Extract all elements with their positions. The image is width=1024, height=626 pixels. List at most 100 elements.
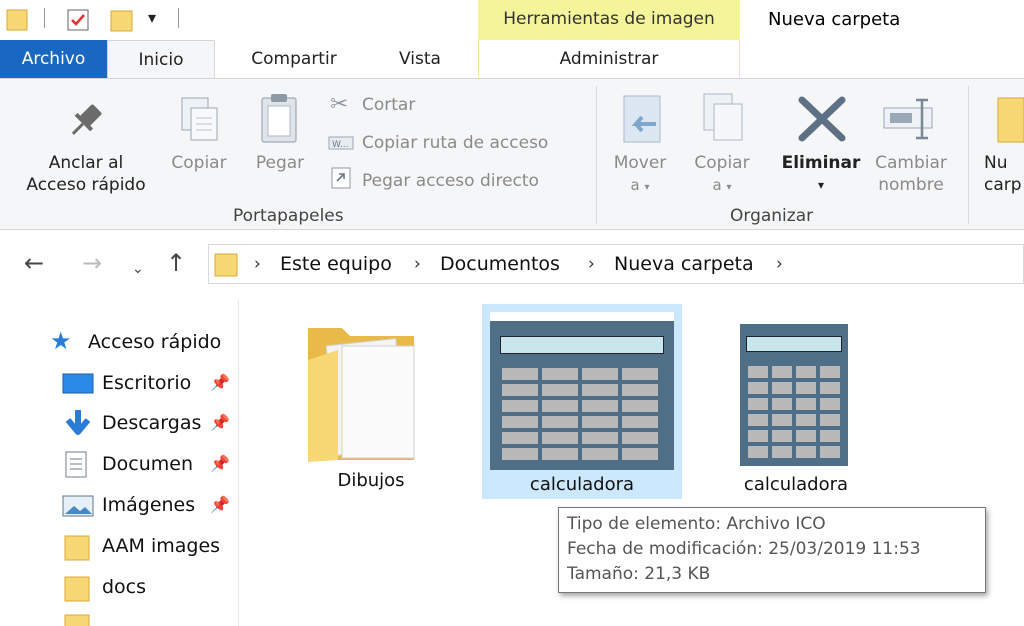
group-label-portapapeles: Portapapeles bbox=[233, 206, 344, 226]
copy-path-icon: W... bbox=[328, 136, 354, 150]
file-name-label: Dibujos bbox=[337, 470, 405, 491]
rename-label-1: Cambiar bbox=[875, 153, 947, 173]
breadcrumb-chevron[interactable]: › bbox=[776, 252, 783, 276]
pane-divider bbox=[238, 300, 239, 626]
file-name-label: calculadora bbox=[529, 474, 635, 495]
image-titlebar bbox=[740, 316, 848, 324]
folder-icon[interactable] bbox=[6, 7, 28, 31]
calculator-image-icon bbox=[490, 312, 674, 470]
breadcrumb-este-equipo[interactable]: Este equipo bbox=[280, 252, 392, 276]
copy-path-button[interactable]: Copiar ruta de acceso bbox=[362, 132, 548, 154]
toolbar-divider bbox=[178, 8, 179, 28]
calculator-image-icon bbox=[740, 316, 848, 466]
folder-icon bbox=[64, 576, 90, 602]
download-arrow-icon bbox=[65, 410, 91, 435]
scissors-icon: ✂ bbox=[330, 92, 349, 117]
customize-toolbar-icon[interactable]: ▾ bbox=[148, 8, 156, 27]
pin-icon bbox=[71, 104, 102, 135]
tab-compartir[interactable]: Compartir bbox=[230, 40, 358, 78]
recent-locations-icon[interactable]: ⌄ bbox=[132, 254, 144, 284]
nav-label: docs bbox=[102, 576, 147, 598]
cut-button[interactable]: Cortar bbox=[362, 94, 415, 116]
breadcrumb-chevron[interactable]: › bbox=[254, 252, 261, 276]
tab-vista[interactable]: Vista bbox=[380, 40, 460, 78]
pin-label-2: Acceso rápido bbox=[26, 175, 146, 195]
copy-button[interactable]: Copiar bbox=[160, 152, 238, 174]
pin-label-1: Anclar al bbox=[48, 153, 124, 173]
breadcrumb-chevron[interactable]: › bbox=[414, 252, 421, 276]
tooltip-modified: Fecha de modificación: 25/03/2019 11:53 bbox=[567, 539, 921, 559]
nav-label: Documen bbox=[102, 453, 193, 475]
image-display bbox=[746, 336, 842, 352]
back-arrow-icon[interactable]: ← bbox=[24, 248, 44, 278]
copy-to-label-2: a bbox=[712, 176, 722, 194]
new-folder-icon[interactable] bbox=[110, 7, 134, 33]
document-icon bbox=[65, 451, 87, 478]
move-to-icon bbox=[623, 95, 661, 143]
star-icon: ★ bbox=[50, 327, 72, 355]
breadcrumb-chevron[interactable]: › bbox=[588, 252, 595, 276]
move-to-label: Mover bbox=[613, 153, 667, 173]
file-name-label: calculadora bbox=[743, 474, 849, 495]
image-display bbox=[500, 336, 664, 354]
new-folder-label-2: carp bbox=[984, 175, 1022, 195]
folder-icon bbox=[214, 253, 238, 277]
tab-administrar[interactable]: Administrar bbox=[478, 40, 740, 78]
move-to-label-2: a bbox=[630, 176, 640, 194]
copy-icon bbox=[181, 97, 218, 141]
pictures-icon bbox=[62, 495, 94, 517]
folder-icon bbox=[308, 328, 415, 462]
tooltip-size: Tamaño: 21,3 KB bbox=[567, 564, 711, 584]
image-titlebar bbox=[490, 312, 674, 321]
pin-icon: 📌 bbox=[210, 495, 230, 514]
delete-label: Eliminar bbox=[781, 153, 861, 173]
folder-icon bbox=[64, 535, 90, 561]
toolbar-divider bbox=[44, 8, 45, 28]
pin-quick-access-button[interactable]: Anclar al Acceso rápido bbox=[12, 152, 160, 196]
file-item-calculadora[interactable]: calculadora bbox=[716, 304, 876, 499]
chevron-down-icon: ▾ bbox=[817, 178, 825, 192]
file-item-calculadora-selected[interactable]: calculadora bbox=[482, 304, 682, 499]
desktop-icon bbox=[62, 373, 94, 394]
tooltip-type: Tipo de elemento: Archivo ICO bbox=[567, 514, 826, 534]
copy-to-button[interactable]: Copiar a ▾ bbox=[684, 152, 760, 199]
nav-label: Imágenes bbox=[102, 494, 196, 516]
new-folder-label-1: Nu bbox=[984, 153, 1008, 173]
properties-icon[interactable] bbox=[66, 7, 92, 33]
breadcrumb-documentos[interactable]: Documentos bbox=[440, 252, 560, 276]
nav-label: Acceso rápido bbox=[88, 331, 222, 353]
pin-icon: 📌 bbox=[210, 373, 230, 392]
copy-to-icon bbox=[703, 93, 743, 141]
paste-button[interactable]: Pegar bbox=[244, 152, 316, 174]
nav-label: Descargas bbox=[102, 412, 202, 434]
rename-button[interactable]: Cambiar nombre bbox=[866, 152, 956, 196]
svg-text:W...: W... bbox=[332, 140, 348, 150]
rename-label-2: nombre bbox=[878, 175, 944, 195]
new-folder-button[interactable]: Nu carp bbox=[984, 152, 1024, 196]
nav-label: Escritorio bbox=[102, 372, 192, 394]
delete-icon bbox=[798, 96, 846, 142]
paste-shortcut-icon bbox=[331, 167, 351, 189]
up-arrow-icon[interactable]: ↑ bbox=[166, 248, 186, 278]
window-title: Nueva carpeta bbox=[768, 9, 901, 30]
file-item-dibujos[interactable]: Dibujos bbox=[296, 304, 446, 499]
delete-button[interactable]: Eliminar ▾ bbox=[776, 152, 866, 196]
paste-shortcut-button[interactable]: Pegar acceso directo bbox=[362, 170, 539, 192]
chevron-down-icon: ▾ bbox=[726, 182, 732, 193]
tab-archivo[interactable]: Archivo bbox=[0, 40, 107, 78]
tab-inicio[interactable]: Inicio bbox=[107, 40, 215, 78]
chevron-down-icon: ▾ bbox=[644, 182, 650, 193]
copy-to-label: Copiar bbox=[694, 153, 750, 173]
group-separator bbox=[596, 86, 597, 224]
pin-icon: 📌 bbox=[210, 413, 230, 432]
nav-label: AAM images bbox=[102, 535, 221, 557]
paste-icon bbox=[261, 94, 297, 143]
move-to-button[interactable]: Mover a ▾ bbox=[604, 152, 676, 199]
group-separator bbox=[968, 86, 969, 224]
new-folder-icon bbox=[997, 97, 1024, 143]
breadcrumb-nueva-carpeta[interactable]: Nueva carpeta bbox=[614, 252, 754, 276]
folder-icon bbox=[64, 614, 90, 626]
file-tooltip: Tipo de elemento: Archivo ICO Fecha de m… bbox=[558, 507, 986, 593]
forward-arrow-icon[interactable]: → bbox=[82, 248, 102, 278]
pin-icon: 📌 bbox=[210, 454, 230, 473]
